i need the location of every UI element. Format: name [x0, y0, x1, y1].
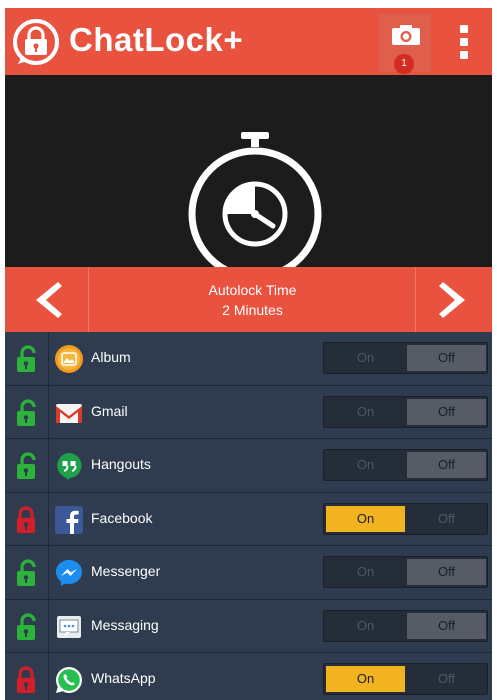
lock-toggle[interactable] — [5, 546, 49, 599]
chatlock-screen: ChatLock+ 1 Autolock Time 2 Minutes Albu… — [5, 8, 492, 700]
autolock-value: 2 Minutes — [222, 302, 283, 318]
chevron-left-icon — [35, 281, 62, 318]
unlocked-icon — [17, 612, 36, 640]
unlocked-icon — [17, 398, 36, 426]
app-list: Album On Off Gmail On Off Hangouts On Of… — [5, 332, 492, 700]
next-button[interactable] — [415, 267, 492, 332]
locked-icon — [17, 666, 35, 693]
toggle-off-option[interactable]: Off — [407, 452, 486, 478]
overflow-menu-icon[interactable] — [459, 25, 469, 61]
unlocked-icon — [17, 452, 36, 479]
lock-toggle[interactable] — [5, 385, 49, 438]
app-row-hangouts: Hangouts On Off — [5, 439, 492, 493]
app-row-gmail: Gmail On Off — [5, 385, 492, 439]
previous-button[interactable] — [5, 267, 89, 332]
toggle-on-option[interactable]: On — [326, 613, 405, 639]
gmail-icon — [56, 403, 82, 423]
lock-logo-icon — [13, 19, 59, 65]
toggle-on-option[interactable]: On — [326, 345, 405, 371]
hangouts-icon — [57, 453, 82, 480]
locked-icon — [17, 505, 35, 533]
autolock-title: Autolock Time — [208, 282, 297, 298]
toggle-on-option[interactable]: On — [326, 505, 405, 532]
on-off-toggle[interactable]: On Off — [323, 609, 488, 642]
app-row-messaging: Messaging On Off — [5, 599, 492, 653]
toggle-on-option[interactable]: On — [326, 452, 405, 478]
whatsapp-icon — [56, 667, 82, 693]
app-name: Album — [91, 349, 131, 365]
timer-panel — [5, 75, 492, 278]
lock-toggle[interactable] — [5, 653, 49, 700]
lock-toggle[interactable] — [5, 332, 49, 385]
app-row-messenger: Messenger On Off — [5, 546, 492, 600]
app-name: Messaging — [91, 616, 159, 633]
album-icon — [55, 345, 83, 373]
lock-toggle[interactable] — [5, 439, 49, 492]
camera-button[interactable]: 1 — [379, 14, 431, 74]
toggle-on-option[interactable]: On — [326, 399, 405, 425]
on-off-toggle[interactable]: On Off — [323, 556, 488, 588]
app-title: ChatLock+ — [69, 21, 244, 58]
lock-toggle[interactable] — [5, 599, 49, 652]
on-off-toggle[interactable]: On Off — [323, 449, 488, 481]
chevron-right-icon — [439, 281, 465, 318]
toggle-off-option[interactable]: Off — [407, 612, 486, 639]
app-name: Hangouts — [91, 456, 151, 472]
messaging-icon — [57, 615, 81, 638]
app-name: Facebook — [91, 509, 153, 526]
toggle-off-option[interactable]: Off — [407, 666, 486, 692]
toggle-on-option[interactable]: On — [326, 559, 405, 585]
on-off-toggle[interactable]: On Off — [323, 342, 488, 374]
lock-toggle[interactable] — [5, 492, 49, 545]
autolock-bar: Autolock Time 2 Minutes — [5, 267, 492, 332]
notification-badge: 1 — [394, 54, 414, 74]
toggle-on-option[interactable]: On — [326, 666, 405, 692]
autolock-label: Autolock Time 2 Minutes — [90, 267, 415, 332]
app-row-whatsapp: WhatsApp On Off — [5, 653, 492, 700]
facebook-icon — [55, 505, 83, 534]
app-row-facebook: Facebook On Off — [5, 492, 492, 546]
toggle-off-option[interactable]: Off — [407, 506, 486, 532]
stopwatch-icon — [188, 132, 322, 278]
app-name: WhatsApp — [91, 670, 156, 686]
app-name: Gmail — [91, 402, 128, 419]
app-name: Messenger — [91, 563, 161, 579]
toggle-off-option[interactable]: Off — [407, 398, 486, 425]
toggle-off-option[interactable]: Off — [407, 559, 486, 585]
messenger-icon — [56, 560, 82, 586]
unlocked-icon — [17, 345, 36, 372]
on-off-toggle[interactable]: On Off — [323, 502, 488, 535]
unlocked-icon — [17, 559, 36, 586]
app-header: ChatLock+ 1 — [5, 8, 492, 75]
app-row-album: Album On Off — [5, 332, 492, 386]
on-off-toggle[interactable]: On Off — [323, 663, 488, 695]
camera-icon — [392, 25, 420, 45]
toggle-off-option[interactable]: Off — [407, 345, 486, 371]
on-off-toggle[interactable]: On Off — [323, 395, 488, 428]
